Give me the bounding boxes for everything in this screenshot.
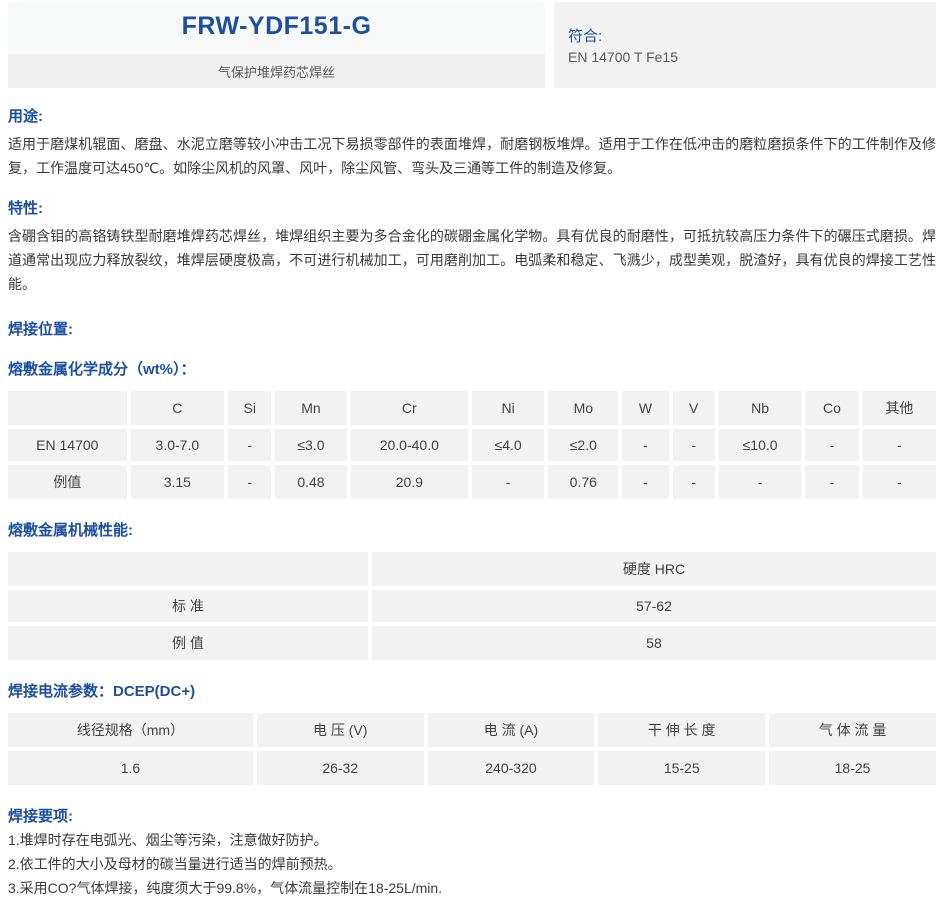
compliance-value: EN 14700 T Fe15 <box>568 49 926 65</box>
chemical-header-cell: 其他 <box>861 391 936 427</box>
subtitle-area: 气保护堆焊药芯焊丝 <box>8 54 545 88</box>
chemical-value-cell: - <box>470 463 546 499</box>
chemical-header-cell: Co <box>803 391 861 427</box>
welding-note-1: 1.堆焊时存在电弧光、烟尘等污染，注意做好防护。 <box>8 828 936 852</box>
current-value-cell: 1.6 <box>8 749 255 785</box>
chemical-header-cell <box>8 391 129 427</box>
compliance-label: 符合: <box>568 25 926 46</box>
current-header-cell: 线径规格（mm） <box>8 713 255 749</box>
welding-note-2: 2.依工件的大小及母材的碳当量进行适当的焊前预热。 <box>8 852 936 876</box>
current-header-row: 线径规格（mm） 电 压 (V) 电 流 (A) 干 伸 长 度 气 体 流 量 <box>8 713 936 749</box>
chemical-header-cell: W <box>620 391 670 427</box>
features-text: 含硼含钼的高铬铸铁型耐磨堆焊药芯焊丝，堆焊组织主要为多合金化的碳硼金属化学物。具… <box>8 224 936 296</box>
chemical-value-cell: 20.9 <box>349 463 471 499</box>
mechanical-row-label: 例 值 <box>8 624 370 660</box>
chemical-value-cell: 3.0-7.0 <box>129 427 226 463</box>
chemical-header-cell: V <box>671 391 717 427</box>
chemical-composition-table: C Si Mn Cr Ni Mo W V Nb Co 其他 EN 14700 3… <box>8 391 936 499</box>
chemical-header-cell: Mo <box>546 391 620 427</box>
welding-current-table: 线径规格（mm） 电 压 (V) 电 流 (A) 干 伸 长 度 气 体 流 量… <box>8 713 936 785</box>
chemical-value-cell: - <box>717 463 803 499</box>
chemical-value-cell: - <box>671 427 717 463</box>
page-header: FRW-YDF151-G 气保护堆焊药芯焊丝 符合: EN 14700 T Fe… <box>8 2 936 88</box>
chemical-header-cell: Cr <box>349 391 471 427</box>
welding-notes-heading: 焊接要项: <box>8 805 936 826</box>
mechanical-row-label: 标 准 <box>8 588 370 624</box>
chemical-header-cell: Si <box>226 391 273 427</box>
mechanical-properties-heading: 熔敷金属机械性能: <box>8 519 936 540</box>
mechanical-value-cell: 58 <box>370 624 936 660</box>
chemical-value-cell: - <box>620 463 670 499</box>
current-value-cell: 26-32 <box>255 749 426 785</box>
chemical-value-cell: - <box>620 427 670 463</box>
current-value-cell: 15-25 <box>596 749 767 785</box>
product-title: FRW-YDF151-G <box>182 12 372 41</box>
mechanical-header-cell <box>8 552 370 588</box>
chemical-value-cell: - <box>226 427 273 463</box>
chemical-value-cell: - <box>861 427 936 463</box>
chemical-value-cell: - <box>226 463 273 499</box>
chemical-value-cell: ≤4.0 <box>470 427 546 463</box>
chemical-example-row: 例值 3.15 - 0.48 20.9 - 0.76 - - - - - <box>8 463 936 499</box>
features-heading: 特性: <box>8 197 936 218</box>
compliance-panel: 符合: EN 14700 T Fe15 <box>554 2 936 88</box>
chemical-value-cell: ≤2.0 <box>546 427 620 463</box>
chemical-value-cell: ≤3.0 <box>273 427 348 463</box>
current-header-cell: 电 压 (V) <box>255 713 426 749</box>
welding-note-3: 3.采用CO?气体焊接，纯度须大于99.8%，气体流量控制在18-25L/min… <box>8 876 936 900</box>
current-header-cell: 干 伸 长 度 <box>596 713 767 749</box>
header-left-panel: FRW-YDF151-G 气保护堆焊药芯焊丝 <box>8 2 545 88</box>
chemical-value-cell: - <box>861 463 936 499</box>
title-area: FRW-YDF151-G <box>8 2 545 50</box>
usage-text: 适用于磨煤机辊面、磨盘、水泥立磨等较小冲击工况下易损零部件的表面堆焊，耐磨钢板堆… <box>8 132 936 180</box>
welding-position-heading: 焊接位置: <box>8 318 936 339</box>
chemical-standard-row: EN 14700 3.0-7.0 - ≤3.0 20.0-40.0 ≤4.0 ≤… <box>8 427 936 463</box>
chemical-row-label: 例值 <box>8 463 129 499</box>
chemical-composition-heading: 熔敷金属化学成分（wt%）： <box>8 358 936 379</box>
current-value-cell: 240-320 <box>426 749 597 785</box>
current-header-cell: 电 流 (A) <box>426 713 597 749</box>
mechanical-value-cell: 57-62 <box>370 588 936 624</box>
chemical-header-cell: C <box>129 391 226 427</box>
mechanical-example-row: 例 值 58 <box>8 624 936 660</box>
mechanical-standard-row: 标 准 57-62 <box>8 588 936 624</box>
product-subtitle: 气保护堆焊药芯焊丝 <box>218 62 335 81</box>
chemical-value-cell: 0.48 <box>273 463 348 499</box>
chemical-row-label: EN 14700 <box>8 427 129 463</box>
chemical-header-cell: Ni <box>470 391 546 427</box>
product-datasheet-page: FRW-YDF151-G 气保护堆焊药芯焊丝 符合: EN 14700 T Fe… <box>0 0 944 914</box>
chemical-header-row: C Si Mn Cr Ni Mo W V Nb Co 其他 <box>8 391 936 427</box>
chemical-value-cell: - <box>803 463 861 499</box>
chemical-header-cell: Nb <box>717 391 803 427</box>
mechanical-properties-table: 硬度 HRC 标 准 57-62 例 值 58 <box>8 552 936 660</box>
current-value-row: 1.6 26-32 240-320 15-25 18-25 <box>8 749 936 785</box>
chemical-header-cell: Mn <box>273 391 348 427</box>
chemical-value-cell: - <box>671 463 717 499</box>
welding-current-heading: 焊接电流参数：DCEP(DC+) <box>8 680 936 701</box>
mechanical-header-row: 硬度 HRC <box>8 552 936 588</box>
chemical-value-cell: 3.15 <box>129 463 226 499</box>
mechanical-header-cell: 硬度 HRC <box>370 552 936 588</box>
current-header-cell: 气 体 流 量 <box>767 713 936 749</box>
usage-heading: 用途: <box>8 105 936 126</box>
chemical-value-cell: - <box>803 427 861 463</box>
current-value-cell: 18-25 <box>767 749 936 785</box>
chemical-value-cell: 0.76 <box>546 463 620 499</box>
chemical-value-cell: ≤10.0 <box>717 427 803 463</box>
chemical-value-cell: 20.0-40.0 <box>349 427 471 463</box>
